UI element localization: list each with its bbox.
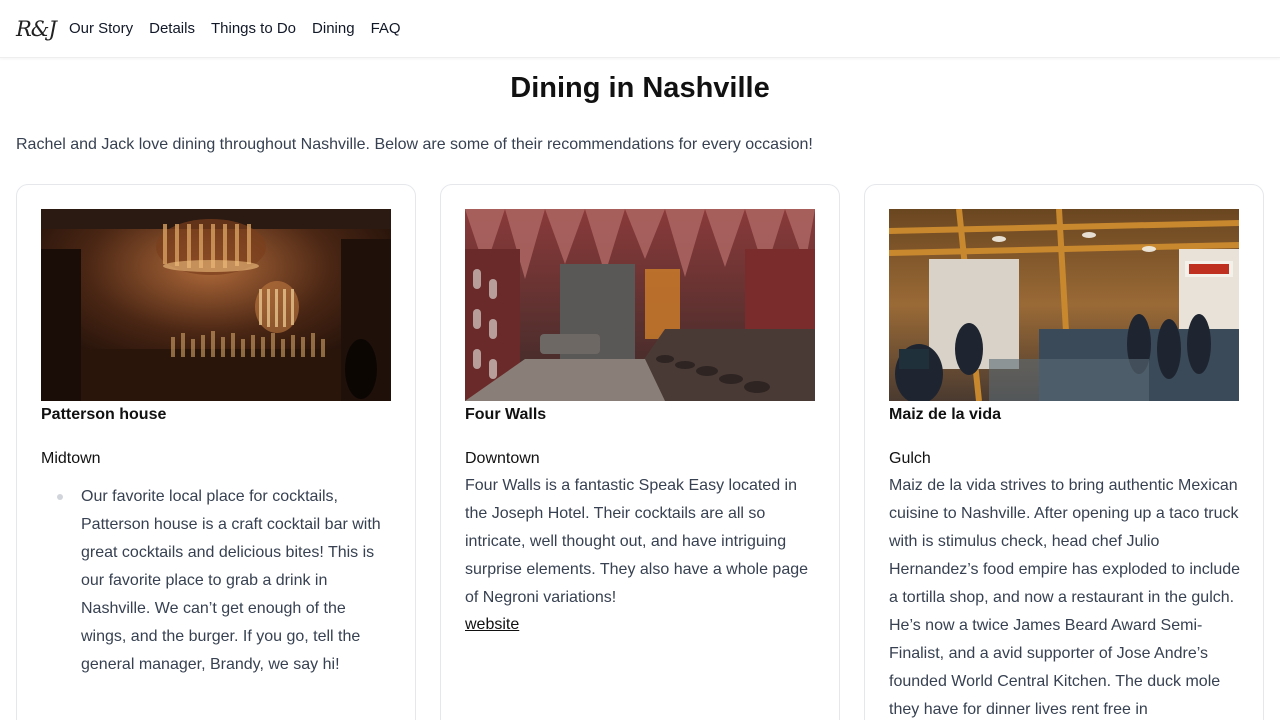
restaurant-neighborhood: Gulch <box>889 450 931 467</box>
nav-link-things-to-do[interactable]: Things to Do <box>211 20 296 37</box>
website-link[interactable]: website <box>465 612 820 638</box>
restaurant-description-block: Four Walls is a fantastic Speak Easy loc… <box>465 472 820 638</box>
restaurant-neighborhood: Downtown <box>465 450 540 467</box>
restaurant-description: Maiz de la vida strives to bring authent… <box>889 477 1241 718</box>
restaurant-description: Our favorite local place for cocktails, … <box>57 483 381 679</box>
page-title: Dining in Nashville <box>510 72 770 104</box>
restaurant-neighborhood: Midtown <box>41 450 101 467</box>
restaurant-card-patterson-house: Patterson house Midtown Our favorite loc… <box>16 184 416 720</box>
page-intro: Rachel and Jack love dining throughout N… <box>16 136 813 153</box>
restaurant-description-block: Maiz de la vida strives to bring authent… <box>889 472 1244 720</box>
restaurant-description: Four Walls is a fantastic Speak Easy loc… <box>465 477 809 606</box>
restaurant-card-maiz-de-la-vida: Maiz de la vida Gulch Maiz de la vida st… <box>864 184 1264 720</box>
nav-link-dining[interactable]: Dining <box>312 20 355 37</box>
nav-link-details[interactable]: Details <box>149 20 195 37</box>
bullet-icon <box>57 494 63 500</box>
restaurant-photo-patterson-house <box>41 209 391 401</box>
restaurant-photo-four-walls <box>465 209 815 401</box>
nav-link-our-story[interactable]: Our Story <box>69 20 133 37</box>
nav-link-faq[interactable]: FAQ <box>371 20 401 37</box>
site-logo[interactable]: R&J <box>16 17 57 41</box>
restaurant-photo-maiz-de-la-vida <box>889 209 1239 401</box>
top-navbar: R&J Our Story Details Things to Do Dinin… <box>0 0 1280 58</box>
restaurant-name: Maiz de la vida <box>889 406 1002 423</box>
restaurant-name: Four Walls <box>465 406 547 423</box>
restaurant-description-list: Our favorite local place for cocktails, … <box>57 483 381 679</box>
restaurant-card-four-walls: Four Walls Downtown Four Walls is a fant… <box>440 184 840 720</box>
restaurant-name: Patterson house <box>41 406 167 423</box>
